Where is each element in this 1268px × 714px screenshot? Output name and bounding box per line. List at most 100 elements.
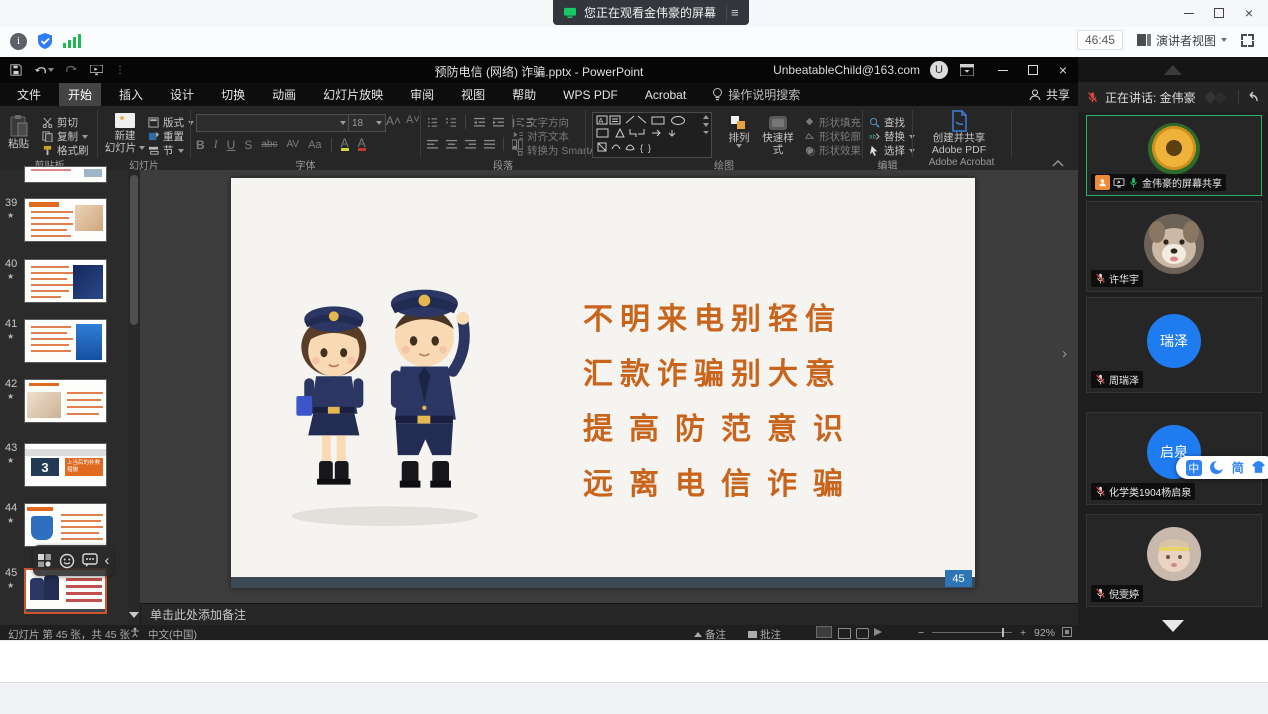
- align-text-button[interactable]: 对齐文本: [512, 129, 569, 144]
- banner-menu-icon[interactable]: ≡: [726, 5, 743, 20]
- participant-tile-sharer[interactable]: 金伟豪的屏幕共享: [1086, 115, 1262, 196]
- tell-me-search[interactable]: 操作说明搜索: [712, 86, 800, 103]
- info-icon[interactable]: i: [10, 33, 27, 50]
- thumbnail-slide-41[interactable]: [24, 319, 107, 363]
- copy-button[interactable]: 复制: [42, 129, 88, 144]
- grow-font-icon[interactable]: A˄: [386, 114, 401, 128]
- tab-animations[interactable]: 动画: [263, 83, 305, 106]
- participant-tile[interactable]: 瑞泽 周瑞泽: [1086, 297, 1262, 393]
- tab-transitions[interactable]: 切换: [212, 83, 254, 106]
- sidebar-collapse-up[interactable]: [1078, 57, 1268, 82]
- tab-design[interactable]: 设计: [161, 83, 203, 106]
- thumbnail-scrollbar-thumb[interactable]: [130, 175, 138, 325]
- reading-view-button[interactable]: [856, 628, 869, 639]
- panel-collapse-chevron-icon[interactable]: ›: [1062, 345, 1067, 362]
- ime-lang-button[interactable]: 中: [1186, 460, 1202, 476]
- numbering-icon[interactable]: [446, 117, 457, 128]
- slideshow-view-button[interactable]: [874, 628, 882, 636]
- account-email[interactable]: UnbeatableChild@163.com: [773, 63, 920, 77]
- zoom-out-button[interactable]: −: [918, 627, 924, 639]
- ime-skin-icon[interactable]: [1251, 461, 1266, 474]
- align-center-icon[interactable]: [446, 139, 457, 150]
- font-name-select[interactable]: [196, 114, 350, 132]
- zoom-slider-handle[interactable]: [1002, 628, 1004, 637]
- accessibility-icon[interactable]: [130, 627, 140, 637]
- bold-button[interactable]: B: [196, 138, 205, 152]
- shape-effects-button[interactable]: 形状效果: [804, 143, 861, 158]
- align-right-icon[interactable]: [465, 139, 476, 150]
- collapse-bar-icon[interactable]: ‹: [105, 552, 110, 569]
- shapes-gallery[interactable]: A {}: [592, 112, 712, 158]
- decrease-indent-icon[interactable]: [474, 117, 485, 128]
- reset-button[interactable]: 重置: [148, 129, 184, 144]
- thumbnail-slide-38-partial[interactable]: [24, 166, 107, 183]
- thumbnail-slide-42[interactable]: [24, 379, 107, 423]
- format-painter-button[interactable]: 格式刷: [42, 143, 89, 158]
- view-mode-button[interactable]: 演讲者视图: [1137, 32, 1227, 49]
- notes-pane[interactable]: 单击此处添加备注: [141, 603, 1078, 625]
- align-left-icon[interactable]: [427, 139, 438, 150]
- section-button[interactable]: 节: [148, 143, 184, 158]
- tab-acrobat[interactable]: Acrobat: [636, 85, 695, 105]
- cut-button[interactable]: 剪切: [42, 115, 78, 130]
- font-size-select[interactable]: 18: [348, 114, 386, 132]
- ppt-close-button[interactable]: ×: [1048, 57, 1078, 83]
- layout-grid-icon[interactable]: [37, 553, 52, 568]
- tab-slideshow[interactable]: 幻灯片放映: [314, 83, 392, 106]
- char-spacing-button[interactable]: AV: [286, 139, 299, 150]
- tab-help[interactable]: 帮助: [503, 83, 545, 106]
- layout-button[interactable]: 版式: [148, 115, 194, 130]
- highlight-button[interactable]: A: [341, 138, 349, 151]
- pop-out-arrow-icon[interactable]: [1245, 91, 1259, 103]
- ribbon-display-icon[interactable]: [960, 64, 974, 76]
- sorter-view-button[interactable]: [838, 628, 851, 639]
- replace-button[interactable]: ab替换: [869, 129, 915, 144]
- shrink-font-icon[interactable]: A˅: [406, 114, 420, 126]
- find-button[interactable]: 查找: [869, 115, 905, 130]
- close-button[interactable]: ×: [1234, 0, 1264, 26]
- zoom-in-button[interactable]: +: [1020, 627, 1026, 639]
- zoom-percent[interactable]: 92%: [1034, 627, 1055, 639]
- tab-review[interactable]: 审阅: [401, 83, 443, 106]
- notes-toggle-button[interactable]: 备注: [694, 627, 726, 640]
- sidebar-scroll-down[interactable]: [1078, 615, 1268, 637]
- tab-view[interactable]: 视图: [452, 83, 494, 106]
- strikethrough-button[interactable]: abc: [261, 139, 277, 150]
- increase-indent-icon[interactable]: [493, 117, 504, 128]
- bullets-icon[interactable]: [427, 117, 438, 128]
- shape-fill-button[interactable]: 形状填充: [804, 115, 861, 130]
- smartart-button[interactable]: 转换为 SmartArt: [512, 143, 603, 158]
- network-signal-icon[interactable]: [63, 34, 81, 48]
- ime-moon-icon[interactable]: [1209, 460, 1224, 475]
- thumbnail-slide-43[interactable]: 3 上当后的补救措施: [24, 443, 107, 487]
- arrange-button[interactable]: 排列: [722, 114, 756, 148]
- ime-simplified-button[interactable]: 简: [1232, 459, 1244, 476]
- justify-icon[interactable]: [484, 139, 495, 150]
- italic-button[interactable]: I: [214, 137, 218, 152]
- zoom-slider[interactable]: [932, 632, 1012, 633]
- emoji-icon[interactable]: [59, 553, 75, 569]
- normal-view-button[interactable]: [816, 626, 832, 638]
- text-direction-button[interactable]: 文字方向: [512, 115, 569, 130]
- comments-toggle-button[interactable]: 批注: [748, 627, 781, 640]
- tab-file[interactable]: 文件: [8, 83, 50, 106]
- create-pdf-button[interactable]: 创建并共享 Adobe PDF: [920, 110, 998, 156]
- language-status[interactable]: 中文(中国): [148, 627, 197, 640]
- tab-home[interactable]: 开始: [59, 83, 101, 106]
- thumbnail-slide-40[interactable]: [24, 259, 107, 303]
- thumbnail-slide-44[interactable]: [24, 503, 107, 547]
- thumbnail-slide-39[interactable]: [24, 198, 107, 242]
- minimize-button[interactable]: [1174, 0, 1204, 26]
- ppt-minimize-button[interactable]: [988, 57, 1018, 83]
- participant-tile[interactable]: 倪雯婷: [1086, 514, 1262, 607]
- ppt-share-button[interactable]: 共享: [1029, 86, 1070, 103]
- fit-slide-button[interactable]: [1062, 627, 1072, 637]
- tab-insert[interactable]: 插入: [110, 83, 152, 106]
- account-avatar[interactable]: U: [930, 61, 948, 79]
- ppt-restore-button[interactable]: [1018, 57, 1048, 83]
- fullscreen-icon[interactable]: [1241, 34, 1254, 47]
- new-slide-button[interactable]: 新建 幻灯片: [104, 112, 146, 154]
- shadow-button[interactable]: S: [244, 138, 252, 152]
- restore-button[interactable]: [1204, 0, 1234, 26]
- tab-wps-pdf[interactable]: WPS PDF: [554, 85, 627, 105]
